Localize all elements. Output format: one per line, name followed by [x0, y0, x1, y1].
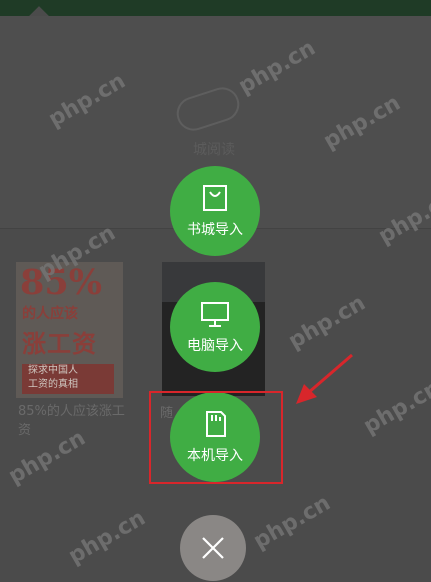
monitor-icon — [201, 302, 229, 327]
shopping-bag-icon — [203, 185, 227, 211]
cover-line: 涨工资 — [22, 329, 97, 358]
import-bookstore-button[interactable]: 书城导入 — [170, 166, 260, 256]
cover-line: 探求中国人 — [28, 365, 78, 376]
cover-box: 探求中国人 工资的真相 — [22, 364, 114, 394]
import-computer-button[interactable]: 电脑导入 — [170, 282, 260, 372]
watermark: php.cn — [249, 490, 335, 555]
watermark: php.cn — [64, 505, 150, 570]
import-bookstore-label: 书城导入 — [187, 222, 243, 238]
import-computer-label: 电脑导入 — [187, 338, 243, 354]
top-bar — [0, 0, 431, 16]
cover-line: 的人应该 — [22, 306, 78, 322]
close-icon — [202, 537, 224, 559]
cover-line: 工资的真相 — [28, 379, 78, 390]
highlight-box — [149, 391, 283, 484]
annotation-arrow — [296, 353, 353, 404]
watermark: php.cn — [359, 375, 431, 440]
book-cover-1: 85% 的人应该 涨工资 探求中国人 工资的真相 — [16, 262, 123, 398]
close-menu-button[interactable] — [180, 515, 246, 581]
bookshelf-hint-text: 城阅读 — [193, 142, 235, 158]
watermark: php.cn — [284, 290, 370, 355]
